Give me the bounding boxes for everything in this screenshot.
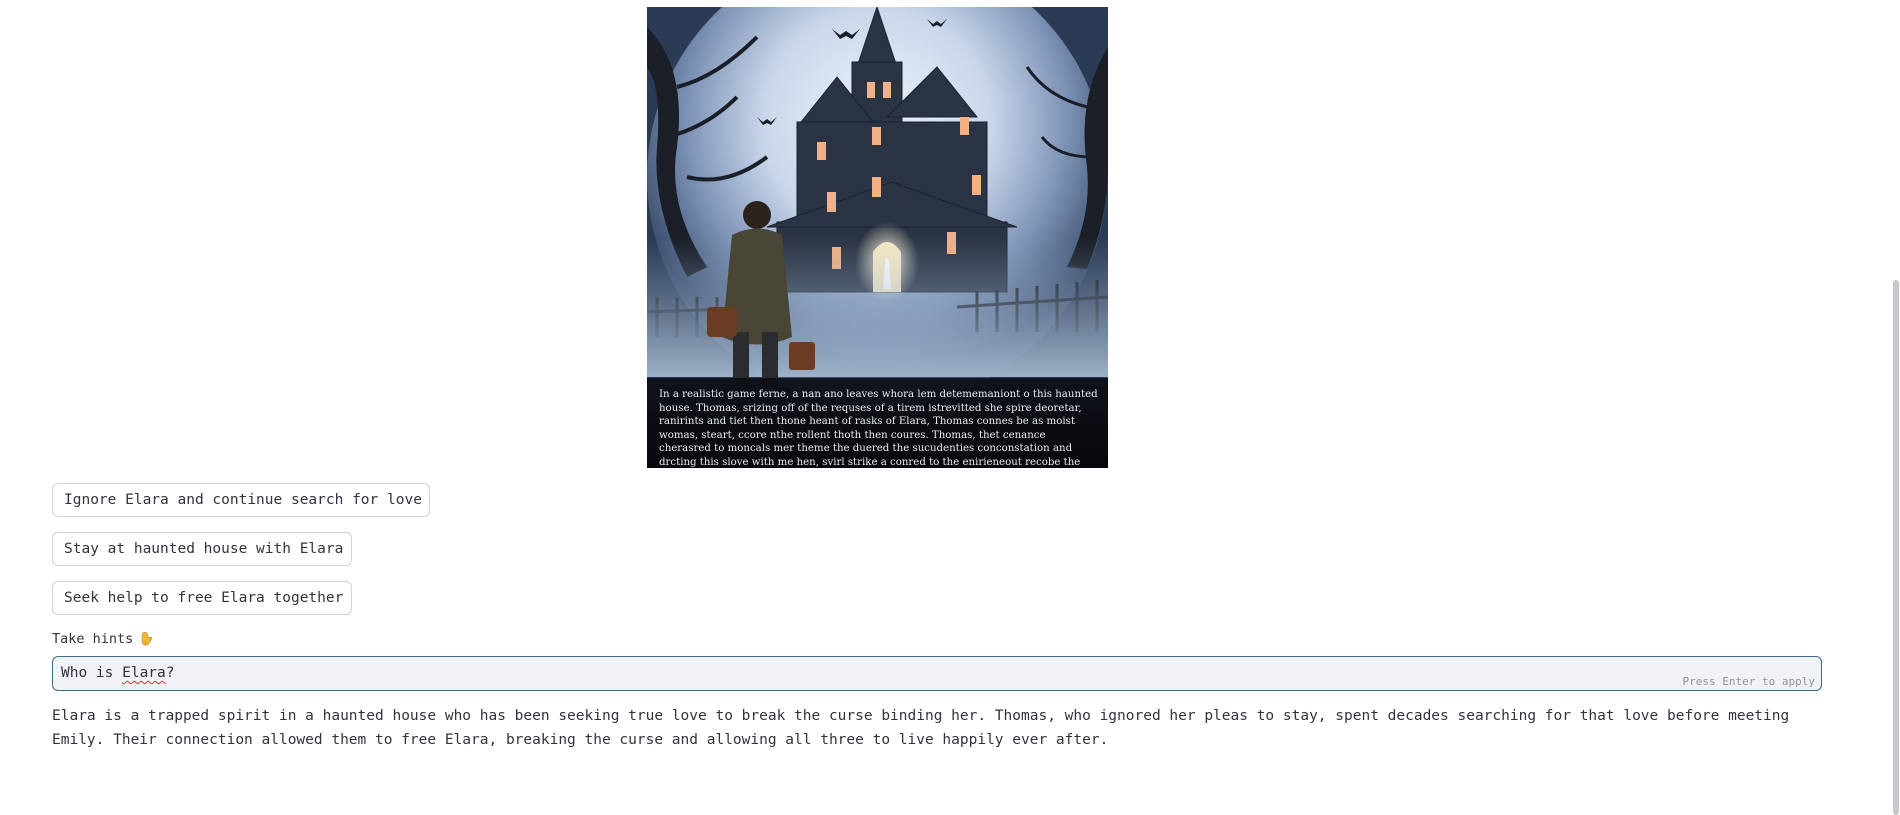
choice-stay-with-elara-button[interactable]: Stay at haunted house with Elara [52,532,352,566]
page-scrollbar[interactable] [1892,0,1900,815]
pointing-down-hand-icon [139,632,153,646]
press-enter-hint: Press Enter to apply [1682,675,1815,688]
game-page: In a realistic game ferne, a nan ano lea… [0,0,1900,815]
scrollbar-thumb[interactable] [1893,280,1899,815]
scene-caption: In a realistic game ferne, a nan ano lea… [647,378,1108,468]
choice-free-elara-button[interactable]: Seek help to free Elara together [52,581,352,615]
hint-answer-text: Elara is a trapped spirit in a haunted h… [52,708,1790,748]
hint-input-suffix: ? [165,665,175,681]
hint-input-misspelled-word: Elara [122,665,166,681]
hint-input-field[interactable]: Who is Elara? Press Enter to apply [52,656,1822,691]
hint-input[interactable]: Who is Elara? [61,657,175,690]
choice-ignore-elara-button[interactable]: Ignore Elara and continue search for lov… [52,483,430,517]
hints-label-text: Take hints [52,631,134,647]
scene-image: In a realistic game ferne, a nan ano lea… [647,7,1108,468]
hint-input-prefix: Who is [61,665,123,681]
hints-label: Take hints [52,631,153,647]
